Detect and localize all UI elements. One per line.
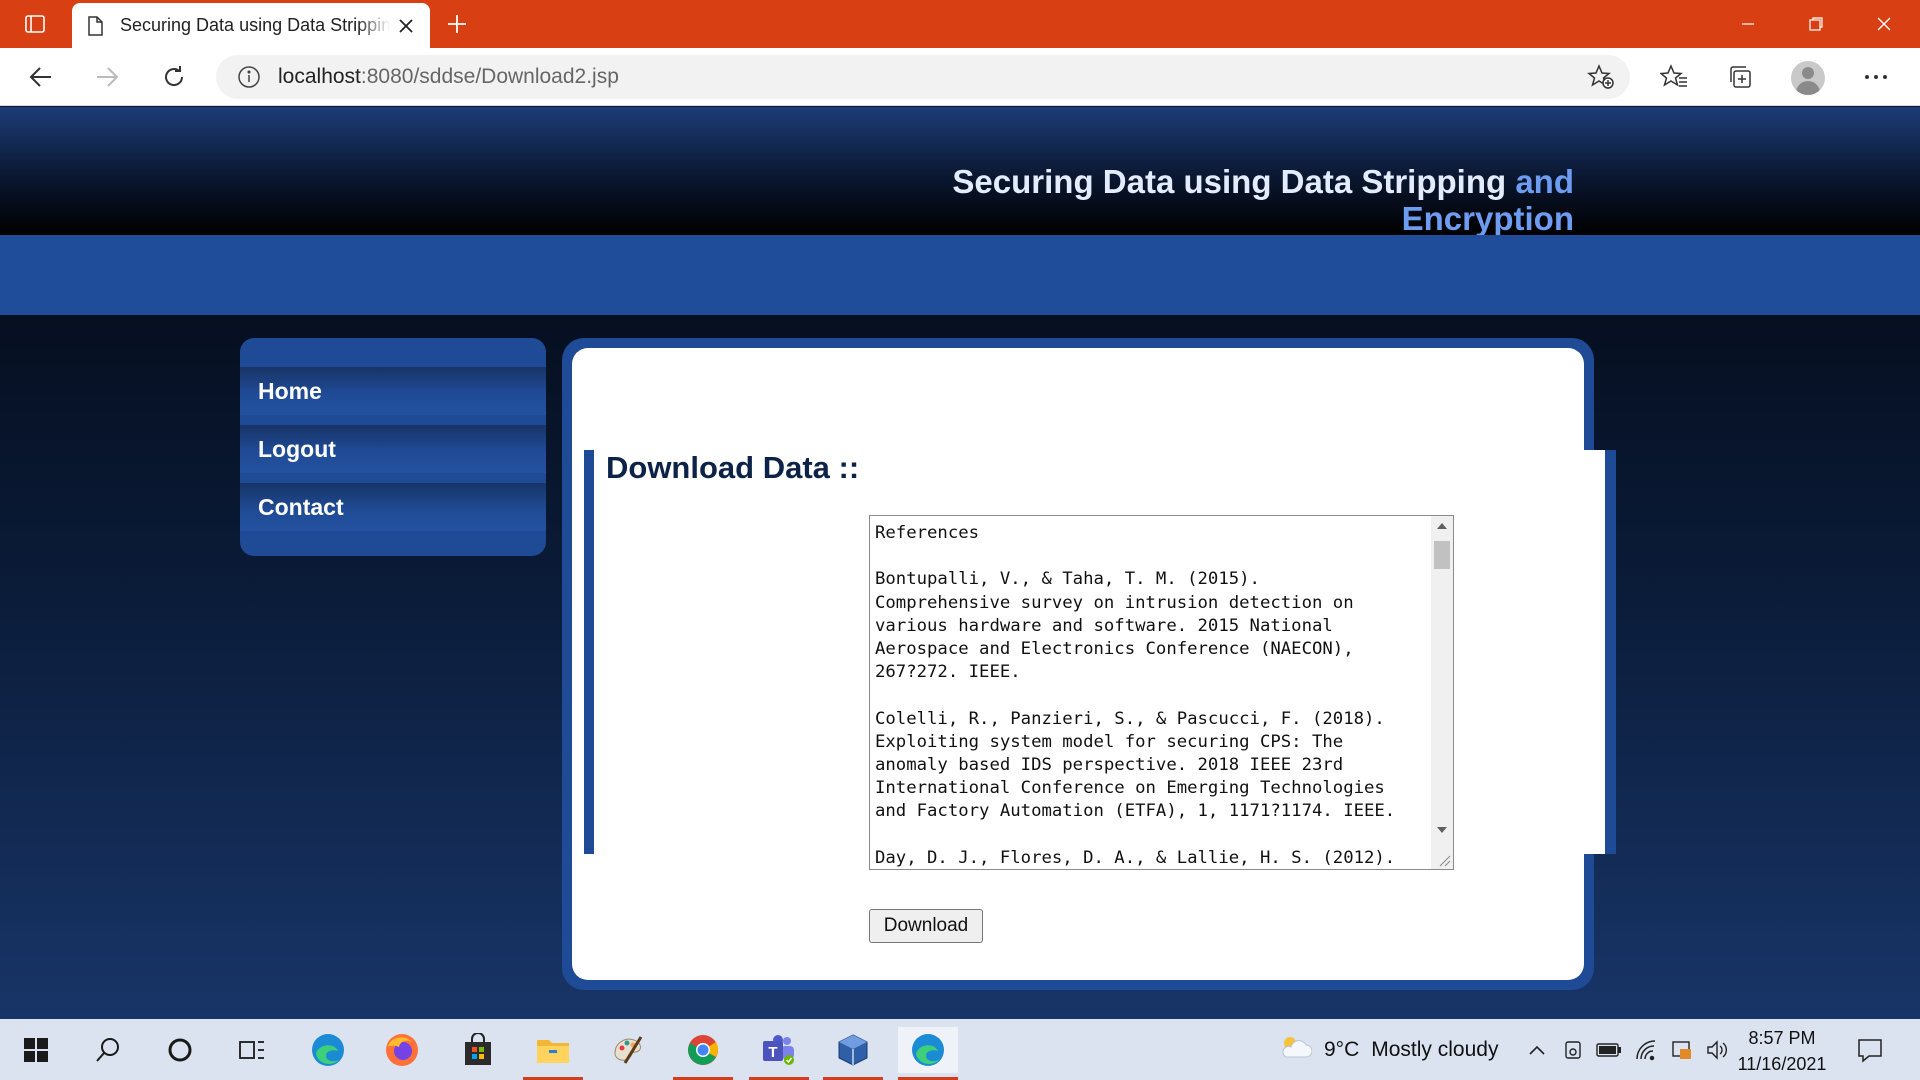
chevron-up-icon[interactable] bbox=[1524, 1037, 1550, 1063]
close-tab-icon[interactable] bbox=[394, 14, 418, 38]
browser-tab[interactable]: Securing Data using Data Stripping and E… bbox=[72, 3, 430, 48]
battery-icon[interactable] bbox=[1596, 1037, 1622, 1063]
notification-icon[interactable] bbox=[1856, 1036, 1884, 1064]
sidebar-item-logout[interactable]: Logout bbox=[240, 425, 546, 473]
sidebar-item-label: Home bbox=[258, 377, 322, 404]
sidebar-menu: Home Logout Contact bbox=[240, 338, 546, 556]
scroll-down-icon[interactable] bbox=[1437, 827, 1447, 833]
add-favorite-icon[interactable] bbox=[1586, 63, 1616, 91]
volume-icon[interactable] bbox=[1705, 1037, 1731, 1063]
info-icon[interactable] bbox=[234, 62, 264, 92]
profile-avatar[interactable] bbox=[1791, 61, 1825, 95]
device-icon[interactable] bbox=[1560, 1037, 1586, 1063]
cortana-icon[interactable] bbox=[150, 1027, 210, 1073]
browser-toolbar: localhost:8080/sddse/Download2.jsp bbox=[0, 48, 1920, 106]
browser-tab-bar: Securing Data using Data Stripping and E… bbox=[0, 0, 1920, 48]
panel-accent-left bbox=[584, 450, 594, 854]
header-band bbox=[0, 235, 1920, 315]
clock-date: 11/16/2021 bbox=[1737, 1054, 1827, 1074]
search-icon[interactable] bbox=[78, 1027, 138, 1073]
site-header: Securing Data using Data Stripping and E… bbox=[0, 107, 1920, 237]
back-icon[interactable] bbox=[20, 57, 62, 97]
download-button[interactable]: Download bbox=[869, 909, 983, 943]
virtualbox-icon[interactable] bbox=[823, 1027, 883, 1080]
sidebar-item-home[interactable]: Home bbox=[240, 367, 546, 415]
textarea-scrollbar[interactable] bbox=[1431, 516, 1453, 869]
firefox-icon[interactable] bbox=[372, 1027, 432, 1073]
edge-active-icon[interactable] bbox=[898, 1027, 958, 1080]
sidebar-item-label: Contact bbox=[258, 493, 344, 520]
teams-icon[interactable]: T bbox=[749, 1027, 809, 1080]
weather-desc: Mostly cloudy bbox=[1371, 1038, 1499, 1061]
more-options-icon[interactable] bbox=[1855, 57, 1897, 97]
resize-grip-icon[interactable] bbox=[1437, 853, 1451, 867]
document-icon bbox=[84, 15, 106, 37]
windows-taskbar: T 9°C Mostly cloudy 8:57 PM 11/16/2021 bbox=[0, 1019, 1920, 1080]
cloudy-weather-icon bbox=[1278, 1033, 1313, 1067]
close-window-icon[interactable] bbox=[1850, 0, 1918, 48]
collections-icon[interactable] bbox=[1719, 57, 1761, 97]
sidebar-item-contact[interactable]: Contact bbox=[240, 483, 546, 531]
forward-icon[interactable] bbox=[86, 57, 128, 97]
address-bar[interactable]: localhost:8080/sddse/Download2.jsp bbox=[216, 55, 1630, 99]
system-clock[interactable]: 8:57 PM 11/16/2021 bbox=[1732, 1025, 1832, 1077]
svg-text:T: T bbox=[768, 1044, 777, 1061]
favorites-icon[interactable] bbox=[1653, 57, 1695, 97]
sidebar-item-label: Logout bbox=[258, 435, 336, 462]
minimize-icon[interactable] bbox=[1714, 0, 1782, 48]
restore-icon[interactable] bbox=[1782, 0, 1850, 48]
page-title: Download Data :: bbox=[606, 450, 860, 485]
panel-extension bbox=[1584, 450, 1605, 854]
tab-actions-icon[interactable] bbox=[14, 10, 56, 38]
vpn-icon[interactable] bbox=[1669, 1037, 1695, 1063]
site-title: Securing Data using Data Stripping and E… bbox=[952, 163, 1574, 237]
weather-temp: 9°C bbox=[1324, 1038, 1360, 1061]
windows-start-icon[interactable] bbox=[6, 1027, 66, 1073]
scroll-thumb[interactable] bbox=[1434, 541, 1450, 569]
wifi-icon[interactable] bbox=[1633, 1037, 1659, 1063]
tab-title: Securing Data using Data Stripping and E… bbox=[120, 15, 390, 35]
store-icon[interactable] bbox=[448, 1027, 508, 1073]
paint-icon[interactable] bbox=[598, 1027, 658, 1073]
scroll-up-icon[interactable] bbox=[1437, 523, 1447, 529]
edge-icon[interactable] bbox=[298, 1027, 358, 1073]
data-textarea[interactable]: References Bontupalli, V., & Taha, T. M.… bbox=[869, 515, 1454, 870]
task-view-icon[interactable] bbox=[222, 1027, 282, 1073]
url-text: localhost:8080/sddse/Download2.jsp bbox=[278, 65, 619, 88]
file-explorer-icon[interactable] bbox=[523, 1027, 583, 1080]
new-tab-icon[interactable] bbox=[440, 8, 474, 40]
chrome-icon[interactable] bbox=[673, 1027, 733, 1080]
refresh-icon[interactable] bbox=[153, 57, 195, 97]
clock-time: 8:57 PM bbox=[1748, 1028, 1816, 1048]
panel-accent-right bbox=[1604, 450, 1616, 854]
weather-widget[interactable]: 9°C Mostly cloudy bbox=[1278, 1033, 1498, 1067]
textarea-content: References Bontupalli, V., & Taha, T. M.… bbox=[875, 523, 1396, 868]
